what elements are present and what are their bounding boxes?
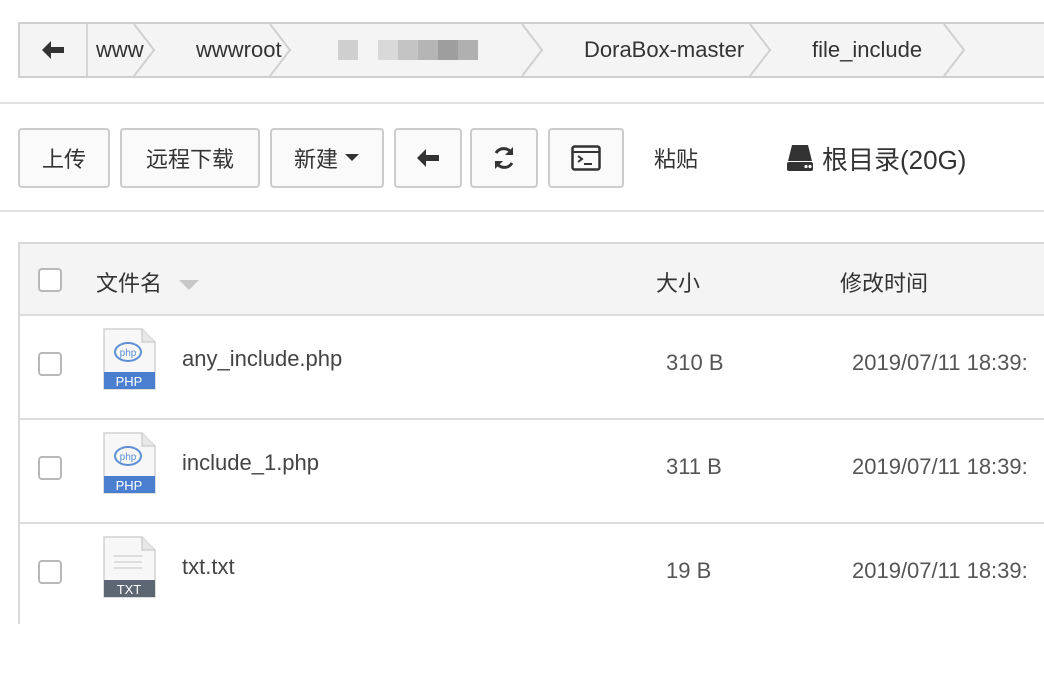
- refresh-button[interactable]: [470, 128, 538, 188]
- new-dropdown-button[interactable]: 新建: [270, 128, 384, 188]
- breadcrumb-item-dorabox-master[interactable]: DoraBox-master: [544, 24, 772, 76]
- php-file-icon: php PHP: [103, 432, 156, 494]
- column-header-name-label: 文件名: [96, 271, 163, 296]
- remote-download-button-label: 远程下载: [145, 147, 234, 172]
- file-size: 310 B: [666, 350, 724, 375]
- divider: [0, 210, 1044, 212]
- table-row[interactable]: php PHP any_include.php 310 B 2019/07/11…: [20, 316, 1044, 420]
- paste-button[interactable]: 粘贴: [654, 128, 698, 188]
- divider: [0, 102, 1044, 104]
- breadcrumb-item-file-include[interactable]: file_include: [772, 24, 966, 76]
- hdd-icon: [787, 145, 813, 171]
- column-header-modified-label: 修改时间: [840, 271, 929, 296]
- new-button-label: 新建: [293, 147, 338, 172]
- disk-root-info[interactable]: 根目录(20G): [786, 128, 966, 188]
- chevron-separator-icon: [943, 24, 966, 76]
- table-row[interactable]: TXT txt.txt 19 B 2019/07/11 18:39:: [20, 524, 1044, 628]
- redacted-blur: [338, 40, 478, 60]
- breadcrumb-item-www[interactable]: www: [88, 24, 156, 76]
- select-all-checkbox[interactable]: [38, 268, 62, 292]
- toolbar: 上传 远程下载 新建 粘贴 根目录(20G): [18, 128, 1044, 188]
- breadcrumb: www wwwroot DoraBox-master file_include: [18, 22, 1044, 78]
- arrow-left-icon: [42, 41, 64, 59]
- upload-button[interactable]: 上传: [18, 128, 110, 188]
- chevron-separator-icon: [521, 24, 544, 76]
- svg-text:PHP: PHP: [116, 478, 143, 493]
- svg-text:TXT: TXT: [117, 582, 142, 597]
- column-header-size-label: 大小: [656, 271, 701, 296]
- file-size: 311 B: [666, 454, 722, 479]
- file-name-link[interactable]: any_include.php: [182, 346, 342, 372]
- file-name-link[interactable]: include_1.php: [182, 450, 319, 476]
- caret-down-icon: [345, 154, 359, 161]
- table-header: 文件名 大小 修改时间: [20, 244, 1044, 316]
- terminal-button[interactable]: [548, 128, 624, 188]
- svg-text:php: php: [120, 348, 137, 359]
- upload-button-label: 上传: [41, 147, 86, 172]
- table-row[interactable]: php PHP include_1.php 311 B 2019/07/11 1…: [20, 420, 1044, 524]
- file-modified-time: 2019/07/11 18:39:: [852, 350, 1028, 375]
- remote-download-button[interactable]: 远程下载: [120, 128, 260, 188]
- txt-file-icon: TXT: [103, 536, 156, 598]
- breadcrumb-item-wwwroot[interactable]: wwwroot: [156, 24, 292, 76]
- refresh-icon: [494, 147, 514, 169]
- file-table: 文件名 大小 修改时间 php PHP any_include.php 310 …: [18, 242, 1044, 628]
- file-modified-time: 2019/07/11 18:39:: [852, 454, 1028, 479]
- php-file-icon: php PHP: [103, 328, 156, 390]
- back-button[interactable]: [20, 24, 88, 76]
- column-header-name[interactable]: 文件名: [96, 266, 200, 298]
- chevron-separator-icon: [133, 24, 156, 76]
- row-checkbox[interactable]: [38, 560, 62, 584]
- file-modified-time: 2019/07/11 18:39:: [852, 558, 1028, 583]
- svg-text:PHP: PHP: [116, 374, 143, 389]
- row-checkbox[interactable]: [38, 456, 62, 480]
- terminal-icon: [571, 145, 601, 171]
- sort-caret-down-icon: [179, 280, 200, 291]
- paste-button-label: 粘贴: [654, 147, 699, 172]
- row-checkbox[interactable]: [38, 352, 62, 376]
- breadcrumb-label: DoraBox-master: [584, 37, 745, 62]
- breadcrumb-label: file_include: [812, 37, 923, 62]
- svg-text:php: php: [120, 452, 137, 463]
- arrow-left-icon: [417, 149, 439, 167]
- column-header-size[interactable]: 大小: [656, 266, 700, 298]
- file-name-link[interactable]: txt.txt: [182, 554, 235, 580]
- breadcrumb-item-redacted[interactable]: [292, 24, 544, 76]
- chevron-separator-icon: [749, 24, 772, 76]
- file-size: 19 B: [666, 558, 712, 583]
- disk-label: 根目录(20G): [822, 144, 967, 175]
- back-button-toolbar[interactable]: [394, 128, 462, 188]
- chevron-separator-icon: [269, 24, 292, 76]
- column-header-modified[interactable]: 修改时间: [840, 266, 928, 298]
